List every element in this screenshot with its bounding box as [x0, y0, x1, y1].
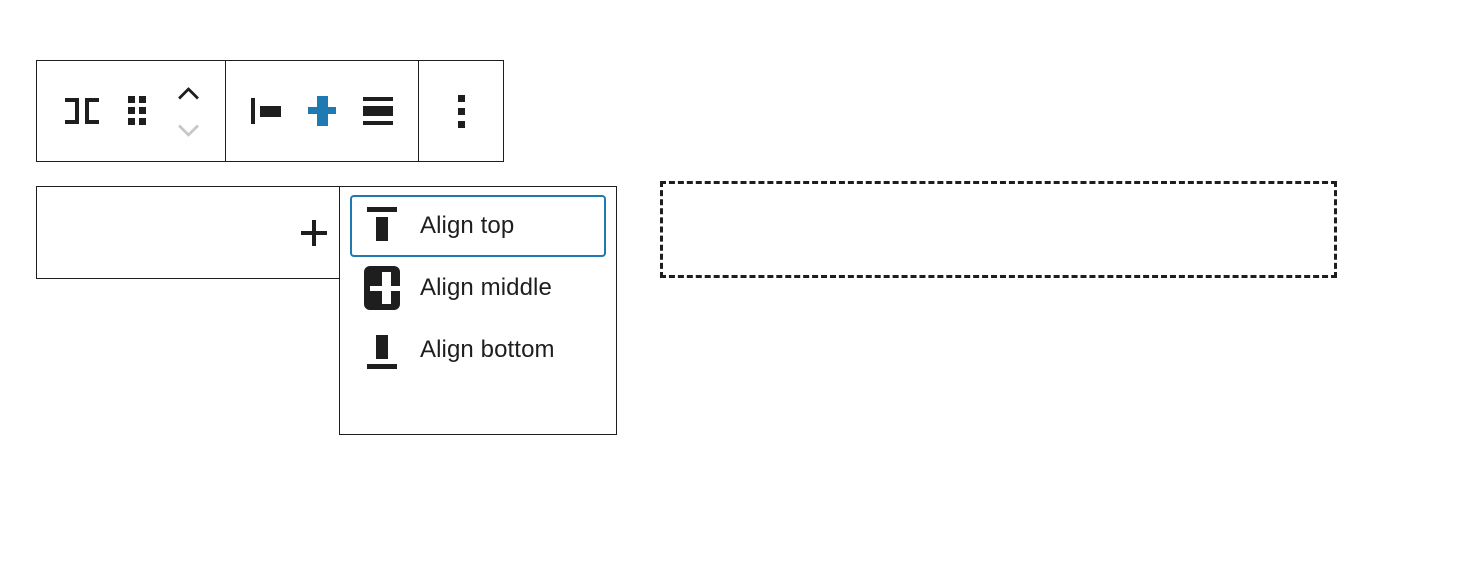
menu-item-align-bottom[interactable]: Align bottom — [350, 319, 606, 381]
block-mover — [161, 61, 215, 161]
move-up-button[interactable] — [166, 80, 210, 110]
block-type-row-button[interactable] — [51, 61, 113, 161]
options-button[interactable] — [433, 61, 489, 161]
row-block-icon — [65, 98, 99, 124]
align-top-icon-slot — [364, 206, 400, 246]
menu-item-align-middle-label: Align middle — [420, 274, 552, 301]
ellipsis-vertical-icon — [457, 94, 465, 128]
empty-row-block[interactable] — [36, 186, 340, 279]
toolbar-group-alignment-controls — [225, 61, 418, 161]
block-toolbar — [36, 60, 504, 162]
chevron-down-icon — [179, 118, 197, 136]
justify-left-icon — [251, 98, 281, 124]
align-bottom-icon-slot — [364, 330, 400, 370]
menu-item-align-middle[interactable]: Align middle — [350, 257, 606, 319]
toolbar-group-more-controls — [418, 61, 503, 161]
align-middle-icon-slot — [364, 266, 402, 310]
vertical-alignment-menu: Align top Align middle Align bottom — [339, 186, 617, 435]
change-vertical-alignment-button[interactable] — [294, 61, 350, 161]
stretch-icon — [363, 97, 393, 125]
chevron-up-icon — [179, 86, 197, 104]
align-middle-icon — [364, 266, 402, 310]
align-bottom-icon — [366, 331, 398, 369]
move-down-button[interactable] — [166, 112, 210, 142]
justify-items-stretch-button[interactable] — [350, 61, 406, 161]
align-top-icon — [366, 207, 398, 245]
align-middle-plus-icon — [308, 96, 336, 126]
drag-handle-button[interactable] — [113, 61, 161, 161]
add-block-button[interactable] — [291, 210, 337, 256]
drag-handle-icon — [128, 96, 146, 126]
menu-item-align-top-label: Align top — [420, 212, 515, 239]
toolbar-group-block-controls — [37, 61, 225, 161]
justify-items-left-button[interactable] — [238, 61, 294, 161]
plus-icon — [301, 219, 327, 246]
menu-item-align-top[interactable]: Align top — [350, 195, 606, 257]
menu-item-align-bottom-label: Align bottom — [420, 336, 555, 363]
dashed-drop-zone[interactable] — [660, 181, 1337, 278]
